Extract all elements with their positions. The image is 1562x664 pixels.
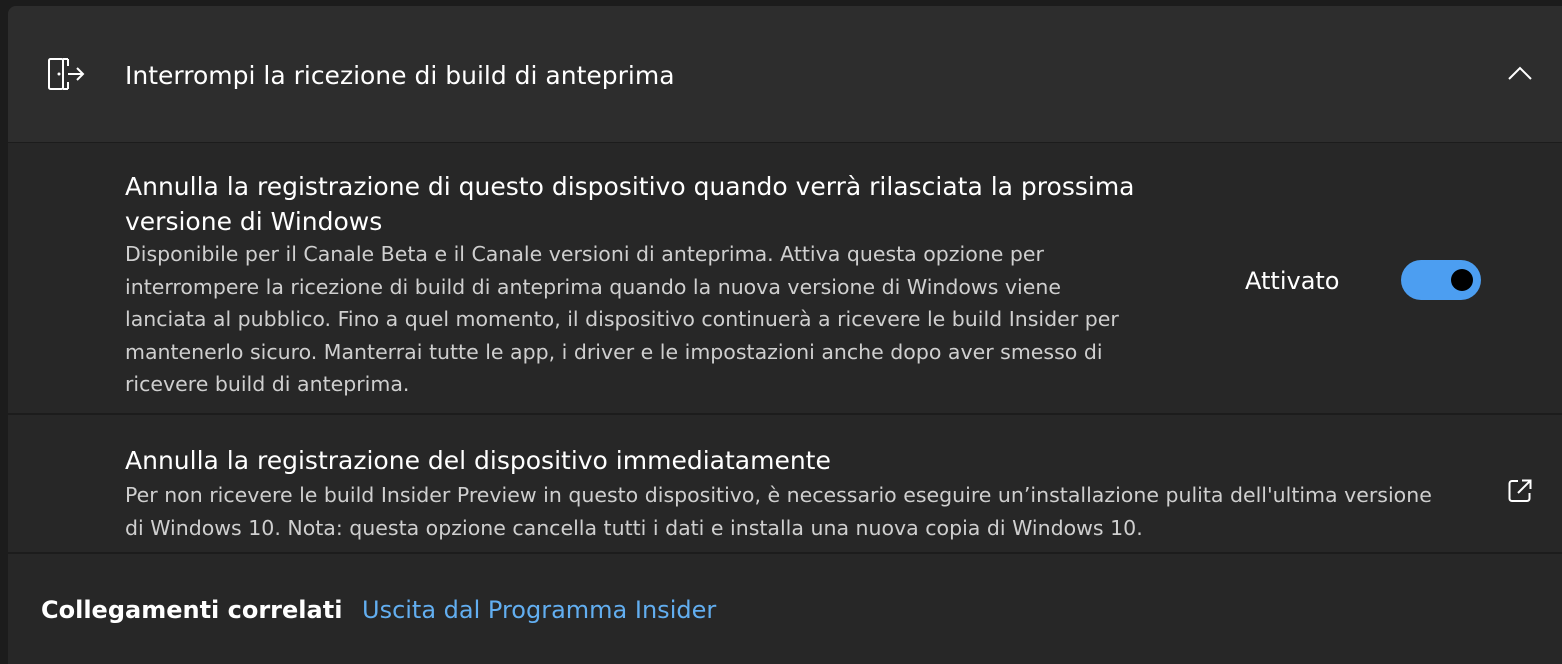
stop-preview-builds-panel: Interrompi la ricezione di build di ante… <box>8 6 1562 664</box>
chevron-up-icon[interactable] <box>1506 62 1534 86</box>
unenroll-on-next-release-description: Disponibile per il Canale Beta e il Cana… <box>125 242 1119 396</box>
open-external-icon[interactable] <box>1506 477 1534 505</box>
related-links-section: Collegamenti correlati Uscita dal Progra… <box>8 554 1562 664</box>
leave-door-icon <box>46 56 86 92</box>
unenroll-on-next-release-title: Annulla la registrazione di questo dispo… <box>125 172 1135 236</box>
section-title: Interrompi la ricezione di build di ante… <box>125 61 675 90</box>
toggle-knob <box>1451 269 1473 291</box>
related-links-label: Collegamenti correlati <box>41 596 343 624</box>
unenroll-on-next-release-row: Annulla la registrazione di questo dispo… <box>8 143 1562 415</box>
unenroll-immediately-row[interactable]: Annulla la registrazione del dispositivo… <box>8 415 1562 554</box>
toggle-state-label: Attivato <box>1245 267 1340 295</box>
unenroll-immediately-title: Annulla la registrazione del dispositivo… <box>125 446 831 475</box>
unenroll-on-next-release-toggle[interactable] <box>1401 260 1481 300</box>
expander-header[interactable]: Interrompi la ricezione di build di ante… <box>8 6 1562 143</box>
unenroll-immediately-description: Per non ricevere le build Insider Previe… <box>125 483 1432 540</box>
leave-insider-program-link[interactable]: Uscita dal Programma Insider <box>362 593 716 627</box>
